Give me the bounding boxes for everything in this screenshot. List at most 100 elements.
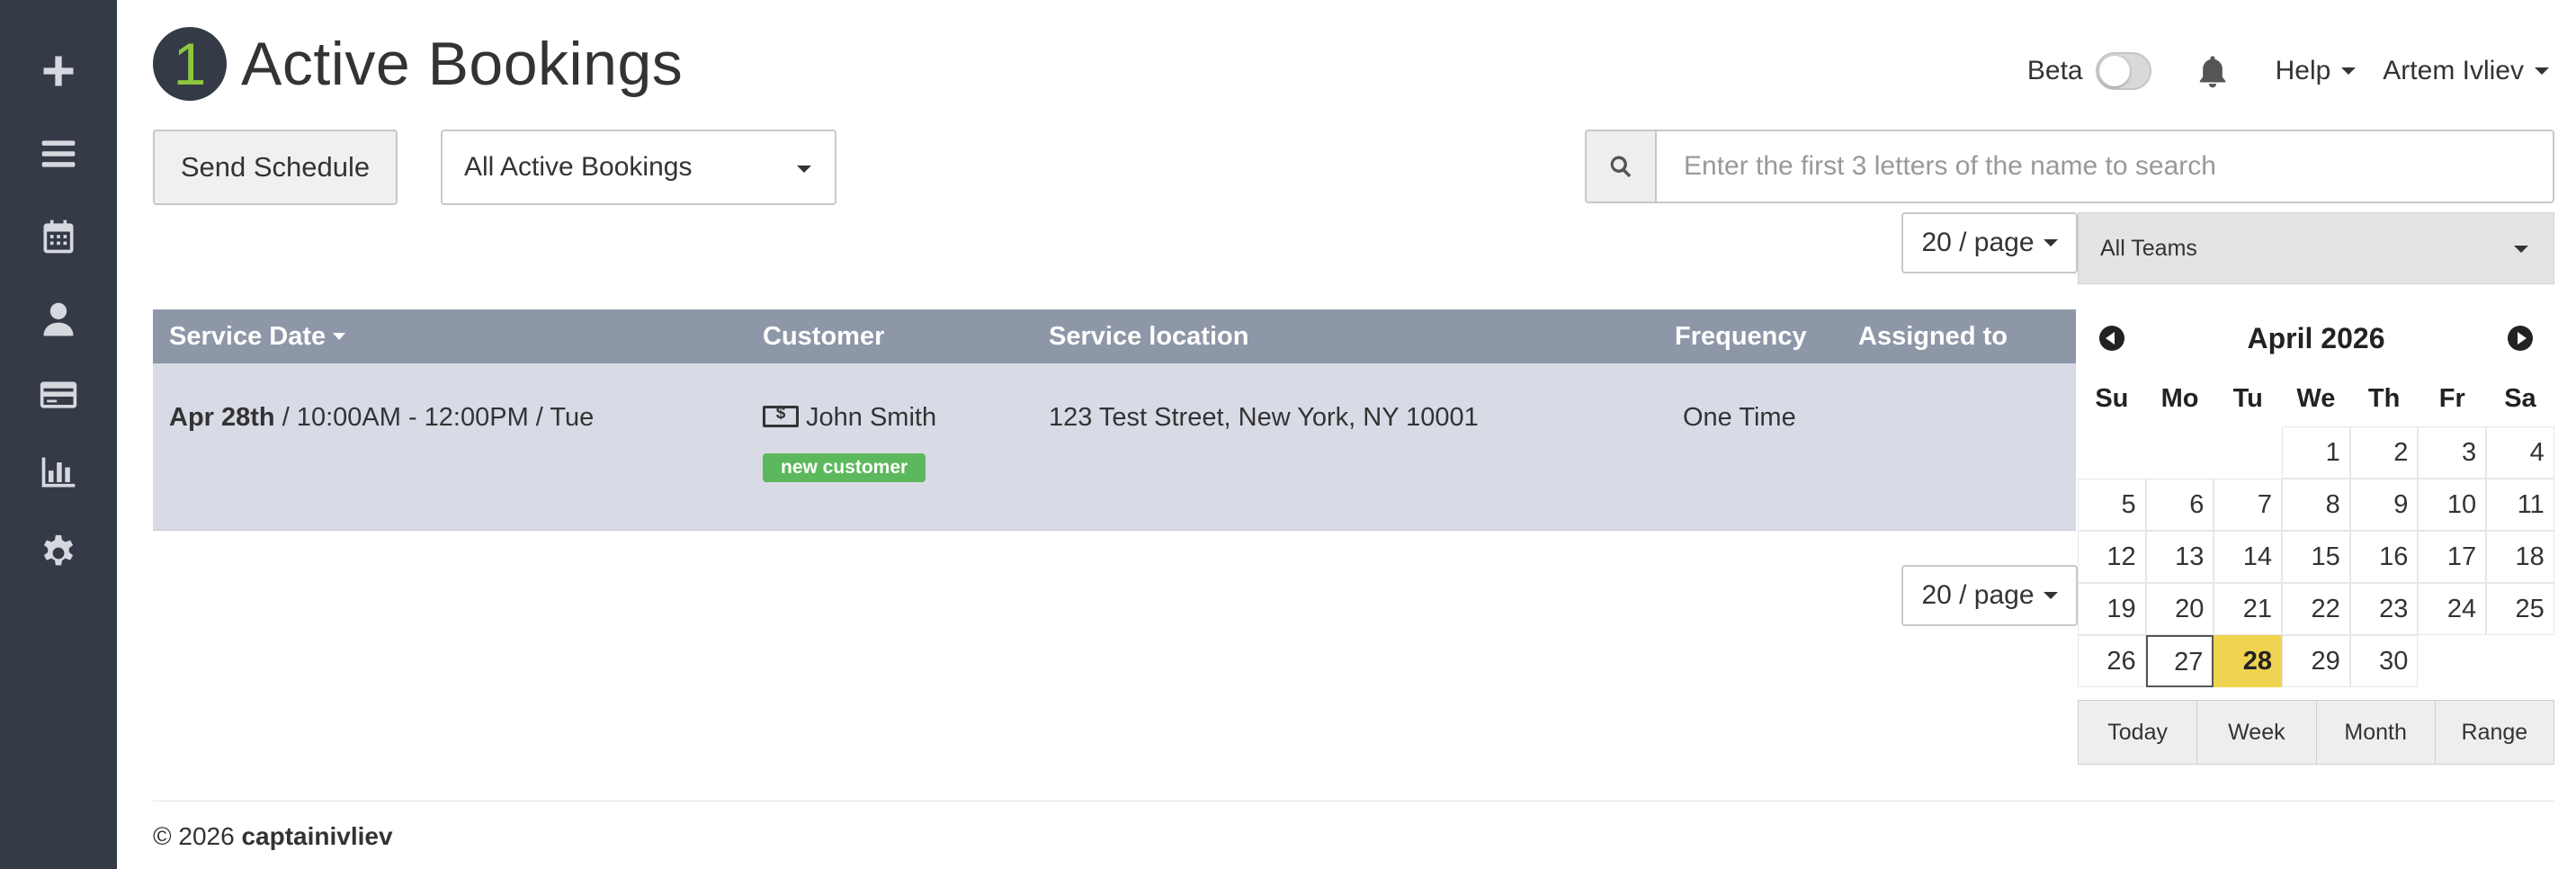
calendar-day[interactable]: 17 — [2418, 531, 2487, 583]
calendar-day[interactable]: 16 — [2349, 531, 2419, 583]
bookings-filter-value: All Active Bookings — [464, 152, 693, 182]
calendar-month-button[interactable]: Month — [2316, 701, 2436, 764]
plus-icon[interactable] — [36, 49, 81, 94]
calendar-day[interactable]: 5 — [2078, 479, 2146, 531]
footer-divider — [153, 801, 2554, 802]
table-row[interactable]: Apr 28th / 10:00AM - 12:00PM / Tue John … — [153, 363, 2076, 531]
send-schedule-button[interactable]: Send Schedule — [153, 130, 398, 205]
user-icon[interactable] — [36, 297, 81, 342]
page-header: 1 Active Bookings — [153, 27, 683, 101]
column-label: Assigned to — [1858, 321, 2008, 351]
calendar-day[interactable]: 2 — [2349, 426, 2419, 479]
calendar-empty-cell — [2214, 426, 2283, 479]
search-group — [1585, 130, 2554, 203]
calendar-day[interactable]: 18 — [2486, 531, 2554, 583]
page-title: Active Bookings — [241, 30, 684, 98]
teams-select[interactable]: All Teams — [2078, 212, 2554, 284]
help-label: Help — [2275, 56, 2331, 85]
weekday-label: Mo — [2160, 383, 2199, 413]
weekday-label: Tu — [2232, 383, 2263, 413]
weekday-label: We — [2296, 383, 2336, 413]
calendar-range-button[interactable]: Range — [2435, 701, 2554, 764]
chevron-down-icon — [2043, 239, 2058, 246]
column-service-date[interactable]: Service Date — [169, 309, 346, 363]
calendar-day[interactable]: 11 — [2486, 479, 2554, 531]
calendar-day[interactable]: 30 — [2349, 635, 2419, 687]
calendar-week: 12 13 14 15 16 17 18 — [2078, 531, 2554, 583]
weekday-label: Fr — [2438, 383, 2465, 413]
user-name: Artem Ivliev — [2383, 56, 2524, 85]
calendar-empty-cell — [2145, 426, 2214, 479]
per-page-value: 20 / page — [1921, 228, 2035, 257]
calendar-week: 5 6 7 8 9 10 11 — [2078, 479, 2554, 531]
calendar-day[interactable]: 23 — [2349, 583, 2419, 635]
calendar-day[interactable]: 22 — [2282, 583, 2350, 635]
column-assigned-to: Assigned to — [1858, 309, 2008, 363]
calendar-day[interactable]: 8 — [2282, 479, 2350, 531]
calendar-header: April 2026 — [2078, 309, 2554, 371]
calendar-day[interactable]: 1 — [2282, 426, 2350, 479]
beta-toggle[interactable] — [2095, 52, 2151, 90]
bar-chart-icon[interactable] — [36, 450, 81, 495]
copyright-text: © 2026 — [153, 822, 242, 850]
search-button[interactable] — [1585, 130, 1655, 203]
calendar-day[interactable]: 19 — [2078, 583, 2146, 635]
calendar-week-button[interactable]: Week — [2197, 701, 2317, 764]
calendar-empty-cell — [2486, 635, 2554, 687]
list-icon[interactable] — [36, 131, 81, 176]
calendar-day[interactable]: 29 — [2282, 635, 2350, 687]
service-date: Apr 28th — [169, 403, 275, 432]
calendar-day[interactable]: 3 — [2418, 426, 2487, 479]
calendar-day[interactable]: 28 — [2214, 635, 2283, 687]
calendar-day[interactable]: 14 — [2214, 531, 2283, 583]
service-time: / 10:00AM - 12:00PM / Tue — [274, 403, 595, 432]
bookings-filter-select[interactable]: All Active Bookings — [441, 130, 836, 205]
footer-brand: captainivliev — [241, 822, 393, 850]
calendar-day[interactable]: 6 — [2145, 479, 2214, 531]
calendar-day[interactable]: 4 — [2486, 426, 2554, 479]
calendar-day[interactable]: 7 — [2214, 479, 2283, 531]
calendar-day[interactable]: 15 — [2282, 531, 2350, 583]
column-label: Customer — [763, 321, 885, 351]
calendar-day[interactable]: 21 — [2214, 583, 2283, 635]
calendar-day[interactable]: 13 — [2145, 531, 2214, 583]
calendar-empty-cell — [2078, 426, 2146, 479]
calendar-icon[interactable] — [36, 214, 81, 259]
help-dropdown[interactable]: Help — [2276, 56, 2357, 86]
search-input[interactable] — [1655, 130, 2554, 203]
column-service-location: Service location — [1049, 309, 1248, 363]
weekday-label: Th — [2367, 383, 2401, 413]
new-customer-badge: new customer — [763, 453, 926, 482]
service-date-cell: Apr 28th / 10:00AM - 12:00PM / Tue — [169, 403, 594, 433]
booking-count-badge: 1 — [153, 27, 227, 101]
calendar-day[interactable]: 27 — [2145, 635, 2214, 687]
user-menu-dropdown[interactable]: Artem Ivliev — [2383, 56, 2549, 86]
service-location-cell: 123 Test Street, New York, NY 10001 — [1049, 403, 1479, 432]
calendar-day[interactable]: 26 — [2078, 635, 2146, 687]
calendar-day[interactable]: 9 — [2349, 479, 2419, 531]
bell-icon[interactable] — [2195, 52, 2231, 90]
calendar-day[interactable]: 25 — [2486, 583, 2554, 635]
calendar-day[interactable]: 10 — [2418, 479, 2487, 531]
column-label: Service location — [1049, 321, 1249, 351]
customer-cell[interactable]: John Smith — [763, 403, 936, 433]
per-page-select-top[interactable]: 20 / page — [1901, 212, 2078, 273]
calendar-today-button[interactable]: Today — [2079, 701, 2198, 764]
calendar-week: 19 20 21 22 23 24 25 — [2078, 583, 2554, 635]
calendar-week: 26 27 28 29 30 — [2078, 635, 2554, 687]
per-page-select-bottom[interactable]: 20 / page — [1901, 565, 2078, 626]
calendar-day[interactable]: 24 — [2418, 583, 2487, 635]
date-picker-calendar: April 2026 Su Mo Tu We Th Fr Sa 1 2 3 4 5 6 7 8 9 10 11 1… — [2078, 309, 2554, 765]
chevron-down-icon — [2514, 246, 2528, 253]
next-month-icon[interactable] — [2508, 326, 2533, 351]
calendar-day[interactable]: 12 — [2078, 531, 2146, 583]
sort-down-icon — [333, 333, 346, 340]
calendar-day[interactable]: 20 — [2145, 583, 2214, 635]
weekday-row: Su Mo Tu We Th Fr Sa — [2078, 371, 2554, 426]
column-label: Frequency — [1675, 321, 1807, 351]
weekday-label: Sa — [2504, 383, 2536, 413]
weekday-label: Su — [2095, 383, 2129, 413]
column-customer: Customer — [763, 309, 884, 363]
credit-card-icon[interactable] — [36, 372, 81, 417]
gear-icon[interactable] — [36, 531, 81, 576]
